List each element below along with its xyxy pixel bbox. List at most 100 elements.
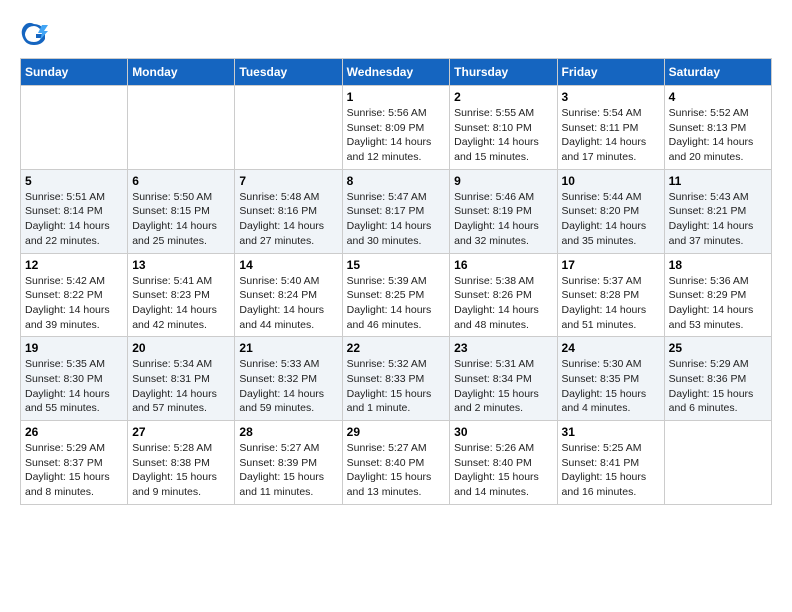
calendar-cell: 7 Sunrise: 5:48 AM Sunset: 8:16 PM Daylig… <box>235 169 342 253</box>
day-info: Sunrise: 5:33 AM Sunset: 8:32 PM Dayligh… <box>239 357 337 416</box>
calendar-cell: 10 Sunrise: 5:44 AM Sunset: 8:20 PM Dayli… <box>557 169 664 253</box>
calendar-cell: 22 Sunrise: 5:32 AM Sunset: 8:33 PM Dayli… <box>342 337 450 421</box>
day-info: Sunrise: 5:37 AM Sunset: 8:28 PM Dayligh… <box>562 274 660 333</box>
day-number: 12 <box>25 258 123 272</box>
day-number: 11 <box>669 174 767 188</box>
day-info: Sunrise: 5:35 AM Sunset: 8:30 PM Dayligh… <box>25 357 123 416</box>
weekday-header-friday: Friday <box>557 59 664 86</box>
day-info: Sunrise: 5:29 AM Sunset: 8:36 PM Dayligh… <box>669 357 767 416</box>
weekday-header-monday: Monday <box>128 59 235 86</box>
day-info: Sunrise: 5:32 AM Sunset: 8:33 PM Dayligh… <box>347 357 446 416</box>
day-info: Sunrise: 5:52 AM Sunset: 8:13 PM Dayligh… <box>669 106 767 165</box>
calendar-cell <box>235 86 342 170</box>
day-info: Sunrise: 5:26 AM Sunset: 8:40 PM Dayligh… <box>454 441 552 500</box>
calendar-cell: 28Sunrise: 5:27 AM Sunset: 8:39 PM Dayli… <box>235 421 342 505</box>
calendar-cell: 6 Sunrise: 5:50 AM Sunset: 8:15 PM Daylig… <box>128 169 235 253</box>
day-number: 22 <box>347 341 446 355</box>
day-info: Sunrise: 5:38 AM Sunset: 8:26 PM Dayligh… <box>454 274 552 333</box>
day-number: 3 <box>562 90 660 104</box>
calendar-cell <box>664 421 771 505</box>
day-number: 15 <box>347 258 446 272</box>
calendar-cell: 14 Sunrise: 5:40 AM Sunset: 8:24 PM Dayli… <box>235 253 342 337</box>
calendar-cell: 2Sunrise: 5:55 AM Sunset: 8:10 PM Daylig… <box>450 86 557 170</box>
day-info: Sunrise: 5:40 AM Sunset: 8:24 PM Dayligh… <box>239 274 337 333</box>
day-info: Sunrise: 5:28 AM Sunset: 8:38 PM Dayligh… <box>132 441 230 500</box>
day-info: Sunrise: 5:43 AM Sunset: 8:21 PM Dayligh… <box>669 190 767 249</box>
day-info: Sunrise: 5:41 AM Sunset: 8:23 PM Dayligh… <box>132 274 230 333</box>
day-number: 30 <box>454 425 552 439</box>
calendar-cell: 31 Sunrise: 5:25 AM Sunset: 8:41 PM Dayli… <box>557 421 664 505</box>
day-info: Sunrise: 5:34 AM Sunset: 8:31 PM Dayligh… <box>132 357 230 416</box>
day-info: Sunrise: 5:55 AM Sunset: 8:10 PM Dayligh… <box>454 106 552 165</box>
day-number: 5 <box>25 174 123 188</box>
calendar-cell: 19 Sunrise: 5:35 AM Sunset: 8:30 PM Dayli… <box>21 337 128 421</box>
week-row-3: 12 Sunrise: 5:42 AM Sunset: 8:22 PM Dayli… <box>21 253 772 337</box>
day-number: 10 <box>562 174 660 188</box>
calendar-cell: 8 Sunrise: 5:47 AM Sunset: 8:17 PM Daylig… <box>342 169 450 253</box>
calendar-cell: 21 Sunrise: 5:33 AM Sunset: 8:32 PM Dayli… <box>235 337 342 421</box>
logo-icon <box>20 20 48 48</box>
day-info: Sunrise: 5:42 AM Sunset: 8:22 PM Dayligh… <box>25 274 123 333</box>
day-number: 6 <box>132 174 230 188</box>
day-number: 7 <box>239 174 337 188</box>
calendar-cell: 17 Sunrise: 5:37 AM Sunset: 8:28 PM Dayli… <box>557 253 664 337</box>
day-info: Sunrise: 5:56 AM Sunset: 8:09 PM Dayligh… <box>347 106 446 165</box>
day-info: Sunrise: 5:48 AM Sunset: 8:16 PM Dayligh… <box>239 190 337 249</box>
day-info: Sunrise: 5:30 AM Sunset: 8:35 PM Dayligh… <box>562 357 660 416</box>
day-info: Sunrise: 5:25 AM Sunset: 8:41 PM Dayligh… <box>562 441 660 500</box>
calendar-cell <box>21 86 128 170</box>
calendar-cell <box>128 86 235 170</box>
calendar-cell: 29Sunrise: 5:27 AM Sunset: 8:40 PM Dayli… <box>342 421 450 505</box>
day-info: Sunrise: 5:50 AM Sunset: 8:15 PM Dayligh… <box>132 190 230 249</box>
day-info: Sunrise: 5:27 AM Sunset: 8:40 PM Dayligh… <box>347 441 446 500</box>
day-number: 8 <box>347 174 446 188</box>
day-number: 20 <box>132 341 230 355</box>
calendar-cell: 27 Sunrise: 5:28 AM Sunset: 8:38 PM Dayli… <box>128 421 235 505</box>
week-row-1: 1 Sunrise: 5:56 AM Sunset: 8:09 PM Daylig… <box>21 86 772 170</box>
week-row-2: 5Sunrise: 5:51 AM Sunset: 8:14 PM Daylig… <box>21 169 772 253</box>
calendar-cell: 9 Sunrise: 5:46 AM Sunset: 8:19 PM Daylig… <box>450 169 557 253</box>
calendar-cell: 26Sunrise: 5:29 AM Sunset: 8:37 PM Dayli… <box>21 421 128 505</box>
day-number: 26 <box>25 425 123 439</box>
calendar-cell: 23 Sunrise: 5:31 AM Sunset: 8:34 PM Dayli… <box>450 337 557 421</box>
calendar-cell: 18 Sunrise: 5:36 AM Sunset: 8:29 PM Dayli… <box>664 253 771 337</box>
calendar-table: SundayMondayTuesdayWednesdayThursdayFrid… <box>20 58 772 505</box>
day-info: Sunrise: 5:46 AM Sunset: 8:19 PM Dayligh… <box>454 190 552 249</box>
day-info: Sunrise: 5:44 AM Sunset: 8:20 PM Dayligh… <box>562 190 660 249</box>
calendar-cell: 11 Sunrise: 5:43 AM Sunset: 8:21 PM Dayli… <box>664 169 771 253</box>
calendar-cell: 3Sunrise: 5:54 AM Sunset: 8:11 PM Daylig… <box>557 86 664 170</box>
week-row-4: 19 Sunrise: 5:35 AM Sunset: 8:30 PM Dayli… <box>21 337 772 421</box>
weekday-header-sunday: Sunday <box>21 59 128 86</box>
calendar-cell: 16 Sunrise: 5:38 AM Sunset: 8:26 PM Dayli… <box>450 253 557 337</box>
weekday-header-row: SundayMondayTuesdayWednesdayThursdayFrid… <box>21 59 772 86</box>
day-number: 16 <box>454 258 552 272</box>
day-number: 19 <box>25 341 123 355</box>
day-number: 14 <box>239 258 337 272</box>
calendar-cell: 13 Sunrise: 5:41 AM Sunset: 8:23 PM Dayli… <box>128 253 235 337</box>
calendar-cell: 4Sunrise: 5:52 AM Sunset: 8:13 PM Daylig… <box>664 86 771 170</box>
day-number: 13 <box>132 258 230 272</box>
calendar-cell: 15Sunrise: 5:39 AM Sunset: 8:25 PM Dayli… <box>342 253 450 337</box>
calendar-cell: 5Sunrise: 5:51 AM Sunset: 8:14 PM Daylig… <box>21 169 128 253</box>
day-number: 27 <box>132 425 230 439</box>
day-info: Sunrise: 5:31 AM Sunset: 8:34 PM Dayligh… <box>454 357 552 416</box>
weekday-header-saturday: Saturday <box>664 59 771 86</box>
page-header <box>20 20 772 48</box>
day-number: 23 <box>454 341 552 355</box>
calendar-cell: 30 Sunrise: 5:26 AM Sunset: 8:40 PM Dayli… <box>450 421 557 505</box>
day-number: 31 <box>562 425 660 439</box>
day-number: 17 <box>562 258 660 272</box>
day-info: Sunrise: 5:36 AM Sunset: 8:29 PM Dayligh… <box>669 274 767 333</box>
day-info: Sunrise: 5:47 AM Sunset: 8:17 PM Dayligh… <box>347 190 446 249</box>
day-number: 1 <box>347 90 446 104</box>
day-number: 21 <box>239 341 337 355</box>
calendar-cell: 12 Sunrise: 5:42 AM Sunset: 8:22 PM Dayli… <box>21 253 128 337</box>
logo <box>20 20 52 48</box>
calendar-cell: 1 Sunrise: 5:56 AM Sunset: 8:09 PM Daylig… <box>342 86 450 170</box>
weekday-header-wednesday: Wednesday <box>342 59 450 86</box>
day-number: 9 <box>454 174 552 188</box>
calendar-cell: 20 Sunrise: 5:34 AM Sunset: 8:31 PM Dayli… <box>128 337 235 421</box>
day-number: 28 <box>239 425 337 439</box>
week-row-5: 26Sunrise: 5:29 AM Sunset: 8:37 PM Dayli… <box>21 421 772 505</box>
day-number: 18 <box>669 258 767 272</box>
